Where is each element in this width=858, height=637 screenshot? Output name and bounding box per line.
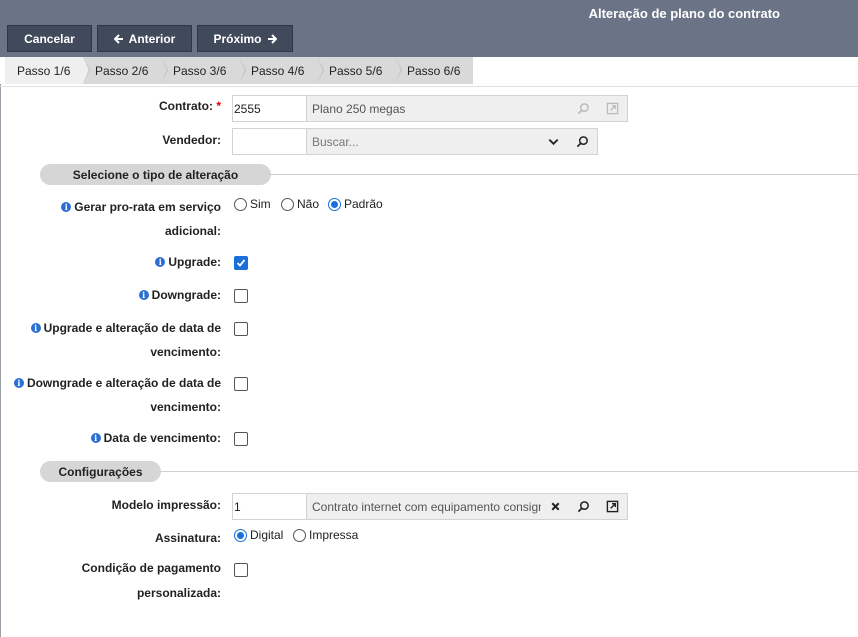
upgrade-date-label-line2: vencimento: [150, 345, 221, 359]
seller-label: Vendedor: [162, 133, 221, 147]
payment-condition-label-line2: personalizada: [136, 586, 221, 600]
tab-step-label: Passo 6/6 [407, 63, 461, 78]
chevron-down-icon [548, 138, 559, 146]
info-icon[interactable]: i [90, 433, 101, 443]
contract-search-button[interactable] [569, 96, 598, 121]
radio-indicator [234, 528, 247, 542]
upgrade-checkbox[interactable] [234, 256, 248, 270]
upgrade-label: i Upgrade: [20, 250, 221, 274]
tab-step-6[interactable]: Passo 6/6 [395, 57, 473, 84]
info-icon[interactable]: i [13, 378, 24, 388]
tab-step-label: Passo 4/6 [251, 63, 305, 78]
seller-search-button[interactable] [568, 129, 597, 154]
seller-field: Buscar... [232, 128, 598, 155]
section-line [160, 471, 858, 472]
arrow-left-icon [113, 33, 123, 44]
tab-step-4[interactable]: Passo 4/6 [239, 57, 324, 84]
due-date-checkbox[interactable] [234, 432, 248, 446]
print-model-open-button[interactable] [597, 494, 627, 519]
search-icon [577, 501, 589, 513]
info-icon[interactable]: i [61, 202, 72, 212]
close-icon [551, 502, 559, 511]
previous-button[interactable]: Anterior [97, 25, 192, 52]
tab-step-label: Passo 2/6 [95, 63, 149, 78]
search-icon [577, 103, 589, 115]
downgrade-date-label-line2: vencimento: [150, 400, 221, 414]
payment-condition-label: Condição de pagamento [81, 561, 221, 575]
page-title: Alteração de plano do contrato [588, 6, 780, 21]
upgrade-date-checkbox[interactable] [234, 322, 248, 336]
contract-open-button[interactable] [598, 96, 627, 121]
top-bar: Alteração de plano do contrato Cancelar … [0, 0, 858, 57]
signature-radio-printed[interactable]: Impressa [293, 528, 358, 542]
tab-step-label: Passo 5/6 [329, 63, 383, 78]
print-model-code-input[interactable]: 1 [233, 494, 307, 519]
print-model-label: Modelo impressão: [111, 498, 221, 512]
divider [0, 86, 858, 87]
search-icon [576, 136, 588, 148]
tab-step-label: Passo 1/6 [17, 63, 71, 78]
seller-dropdown-button[interactable] [539, 129, 568, 154]
seller-code-input[interactable] [233, 129, 307, 154]
radio-indicator [234, 197, 247, 211]
print-model-description: Contrato internet com equipamento consig… [307, 494, 541, 519]
signature-label: Assinatura: [154, 531, 221, 545]
prorata-radio-yes[interactable]: Sim [234, 197, 271, 211]
tab-step-5[interactable]: Passo 5/6 [317, 57, 402, 84]
external-link-icon [606, 102, 619, 115]
payment-condition-checkbox[interactable] [234, 563, 248, 577]
print-model-field: 1 Contrato internet com equipamento cons… [232, 493, 628, 520]
section-line [270, 174, 858, 175]
check-icon [236, 259, 246, 267]
signature-radio-digital[interactable]: Digital [234, 528, 283, 542]
contract-code-input[interactable]: 2555 [233, 96, 307, 121]
downgrade-date-checkbox[interactable] [234, 377, 248, 391]
prorata-radio-no[interactable]: Não [281, 197, 319, 211]
info-icon[interactable]: i [30, 323, 41, 333]
previous-button-label: Anterior [128, 31, 176, 46]
prorata-label: i Gerar pro-rata em serviço [20, 195, 221, 219]
section-change-type: Selecione o tipo de alteração [40, 164, 271, 185]
contract-description: Plano 250 megas [307, 96, 569, 121]
info-icon[interactable]: i [155, 257, 166, 267]
arrow-right-icon [267, 33, 277, 44]
contract-field: 2555 Plano 250 megas [232, 95, 628, 122]
left-border [0, 84, 1, 637]
radio-indicator [328, 197, 341, 211]
seller-search-input[interactable]: Buscar... [307, 129, 539, 154]
due-date-label: i Data de vencimento: [20, 426, 221, 450]
print-model-search-button[interactable] [569, 494, 597, 519]
next-button-label: Próximo [213, 31, 262, 46]
tab-step-3[interactable]: Passo 3/6 [161, 57, 246, 84]
tab-step-2[interactable]: Passo 2/6 [83, 57, 168, 84]
upgrade-date-label: i Upgrade e alteração de data de [4, 316, 221, 340]
print-model-clear-button[interactable] [541, 494, 569, 519]
cancel-button[interactable]: Cancelar [7, 25, 92, 52]
section-settings: Configurações [40, 461, 161, 482]
info-icon[interactable]: i [138, 290, 149, 300]
downgrade-date-label: i Downgrade e alteração de data de [4, 371, 221, 395]
step-tabs: Passo 1/6 Passo 2/6 Passo 3/6 Passo 4/6 … [5, 57, 473, 84]
prorata-radio-default[interactable]: Padrão [328, 197, 383, 211]
radio-indicator [281, 197, 294, 211]
cancel-button-label: Cancelar [24, 31, 75, 46]
radio-indicator [293, 528, 306, 542]
next-button[interactable]: Próximo [197, 25, 293, 52]
external-link-icon [606, 500, 618, 513]
downgrade-label: i Downgrade: [20, 283, 221, 307]
contract-label: Contrato: * [158, 99, 221, 113]
tab-step-1[interactable]: Passo 1/6 [5, 57, 90, 84]
required-mark: * [216, 99, 221, 113]
downgrade-checkbox[interactable] [234, 289, 248, 303]
tab-step-label: Passo 3/6 [173, 63, 227, 78]
prorata-label-line2: adicional: [164, 224, 221, 238]
